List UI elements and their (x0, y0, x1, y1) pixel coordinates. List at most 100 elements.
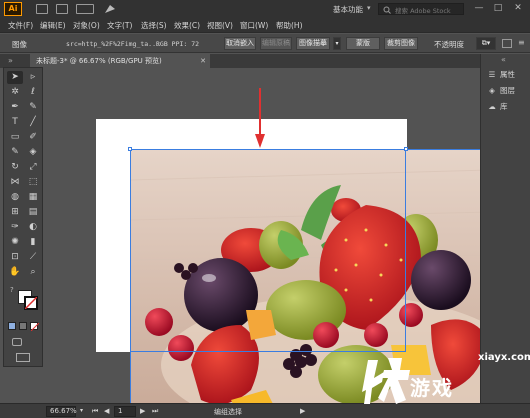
align-options-icon[interactable]: ⧉▾ (476, 37, 496, 50)
gradient-mode-icon[interactable] (19, 322, 27, 330)
document-tab-title: 未标题-3* @ 66.67% (RGB/GPU 预览) (36, 57, 162, 65)
artboard-tool-icon[interactable]: ⊡ (7, 251, 23, 264)
maximize-button[interactable]: □ (491, 3, 505, 14)
control-bar: 图像 src=http_%2F%2Fimg_ta... RGB PPI: 72 … (0, 34, 530, 53)
opacity-label[interactable]: 不透明度 (434, 39, 464, 50)
menu-window[interactable]: 窗口(W) (240, 20, 268, 31)
type-tool-icon[interactable]: T (7, 116, 23, 129)
menu-type[interactable]: 文字(T) (107, 20, 132, 31)
crop-image-button[interactable]: 裁剪图像 (384, 37, 418, 50)
help-icon[interactable]: ? (10, 286, 14, 294)
unembed-button[interactable]: 取消嵌入 (224, 37, 256, 50)
lasso-tool-icon[interactable]: ℓ (25, 86, 41, 99)
zoom-field[interactable]: 66.67% (46, 406, 77, 417)
object-type-label: 图像 (12, 40, 27, 49)
right-panel-dock: « ☰ 属性 ◈ 图层 ☁ 库 (480, 54, 530, 403)
hand-tool-icon[interactable]: ✋ (7, 266, 23, 279)
screen-mode-icon[interactable] (16, 353, 30, 362)
chevron-down-icon[interactable]: ▾ (367, 4, 371, 12)
curvature-tool-icon[interactable]: ✎ (25, 101, 41, 114)
eraser-tool-icon[interactable]: ◈ (25, 146, 41, 159)
selection-tool-icon[interactable]: ➤ (7, 71, 23, 84)
menu-edit[interactable]: 编辑(E) (40, 20, 66, 31)
zoom-tool-icon[interactable]: ⌕ (25, 266, 41, 279)
document-tab[interactable]: 未标题-3* @ 66.67% (RGB/GPU 预览) ✕ (30, 54, 210, 68)
properties-panel-tab[interactable]: ☰ 属性 (487, 68, 530, 82)
none-mode-icon[interactable] (30, 322, 39, 331)
pen-tool-icon[interactable]: ✒ (7, 101, 23, 114)
red-arrow-annotation (255, 88, 265, 148)
menu-object[interactable]: 对象(O) (73, 20, 100, 31)
menu-bar: 文件(F) 编辑(E) 对象(O) 文字(T) 选择(S) 效果(C) 视图(V… (0, 18, 530, 33)
gradient-tool-icon[interactable]: ▤ (25, 206, 41, 219)
minimize-button[interactable]: — (472, 3, 486, 14)
menu-select[interactable]: 选择(S) (141, 20, 167, 31)
collapse-tools-icon[interactable]: » (8, 56, 13, 65)
direct-selection-tool-icon[interactable]: ▹ (25, 71, 41, 84)
free-transform-tool-icon[interactable]: ⬚ (25, 176, 41, 189)
current-tool-status[interactable]: 编组选择 (214, 407, 242, 417)
column-graph-tool-icon[interactable]: ▮ (25, 236, 41, 249)
menu-effect[interactable]: 效果(C) (174, 20, 200, 31)
trace-dropdown-icon[interactable]: ▾ (333, 37, 341, 50)
search-placeholder: 搜索 Adobe Stock (395, 7, 451, 15)
stock-search-input[interactable]: 搜索 Adobe Stock (378, 3, 464, 15)
close-tab-icon[interactable]: ✕ (200, 54, 206, 68)
app-logo: Ai (4, 2, 22, 16)
transform-icon[interactable] (502, 39, 512, 48)
edit-original-button[interactable]: 编辑原稿 (260, 37, 292, 50)
color-mode-icon[interactable] (8, 322, 16, 330)
arrange-documents-icon[interactable] (76, 4, 94, 14)
zoom-dropdown-icon[interactable]: ▾ (80, 407, 83, 414)
symbol-sprayer-tool-icon[interactable]: ✺ (7, 236, 23, 249)
rectangle-tool-icon[interactable]: ▭ (7, 131, 23, 144)
last-artboard-button[interactable]: ⏭ (152, 407, 158, 416)
title-bar: Ai 基本功能 ▾ 搜索 Adobe Stock — □ ✕ (0, 0, 530, 18)
panel-menu-icon[interactable]: ≡ (518, 38, 525, 47)
placed-fruit-image[interactable] (130, 149, 480, 403)
properties-icon: ☰ (488, 70, 496, 79)
rotate-tool-icon[interactable]: ↻ (7, 161, 23, 174)
mask-button[interactable]: 蒙版 (346, 37, 380, 50)
width-tool-icon[interactable]: ⋈ (7, 176, 23, 189)
magic-wand-tool-icon[interactable]: ✲ (7, 86, 23, 99)
workspace-switcher[interactable]: 基本功能 (333, 4, 363, 15)
eyedropper-tool-icon[interactable]: ✑ (7, 221, 23, 234)
status-bar: 66.67% ▾ ⏮ ◀ 1 ▶ ⏭ 编组选择 ▶ (0, 403, 530, 418)
gpu-icon[interactable] (104, 4, 116, 14)
linked-file-name[interactable]: src=http_%2F%2Fimg_ta... (66, 40, 160, 48)
stroke-swatch[interactable] (24, 296, 38, 310)
bridge-icon[interactable] (36, 4, 48, 14)
prev-artboard-button[interactable]: ◀ (104, 407, 109, 415)
canvas-area[interactable] (46, 68, 480, 403)
slice-tool-icon[interactable]: ⟋ (25, 251, 41, 264)
paintbrush-tool-icon[interactable]: ✐ (25, 131, 41, 144)
image-trace-button[interactable]: 图像描摹 (296, 37, 330, 50)
artboard-number-field[interactable]: 1 (114, 406, 136, 417)
menu-help[interactable]: 帮助(H) (276, 20, 303, 31)
collapse-panels-icon[interactable]: « (501, 55, 506, 64)
blend-tool-icon[interactable]: ◐ (25, 221, 41, 234)
mesh-tool-icon[interactable]: ⊞ (7, 206, 23, 219)
layers-icon: ◈ (489, 86, 495, 95)
close-button[interactable]: ✕ (511, 3, 525, 14)
menu-view[interactable]: 视图(V) (207, 20, 233, 31)
properties-label: 属性 (500, 70, 515, 79)
shape-builder-tool-icon[interactable]: ◍ (7, 191, 23, 204)
layers-panel-tab[interactable]: ◈ 图层 (487, 84, 530, 98)
status-arrow-icon[interactable]: ▶ (300, 407, 305, 415)
draw-mode-icon[interactable] (12, 338, 22, 346)
libraries-label: 库 (500, 102, 508, 111)
watermark-site: xiayx.com (478, 352, 530, 363)
stock-icon[interactable] (56, 4, 68, 14)
line-tool-icon[interactable]: ╱ (25, 116, 41, 129)
next-artboard-button[interactable]: ▶ (140, 407, 145, 415)
libraries-panel-tab[interactable]: ☁ 库 (487, 100, 530, 114)
perspective-grid-tool-icon[interactable]: ▦ (25, 191, 41, 204)
color-mode-ppi: RGB PPI: 72 (156, 40, 200, 48)
scale-tool-icon[interactable]: ⤢ (25, 161, 41, 174)
menu-file[interactable]: 文件(F) (8, 20, 33, 31)
shaper-tool-icon[interactable]: ✎ (7, 146, 23, 159)
first-artboard-button[interactable]: ⏮ (92, 407, 98, 416)
libraries-icon: ☁ (488, 102, 496, 111)
